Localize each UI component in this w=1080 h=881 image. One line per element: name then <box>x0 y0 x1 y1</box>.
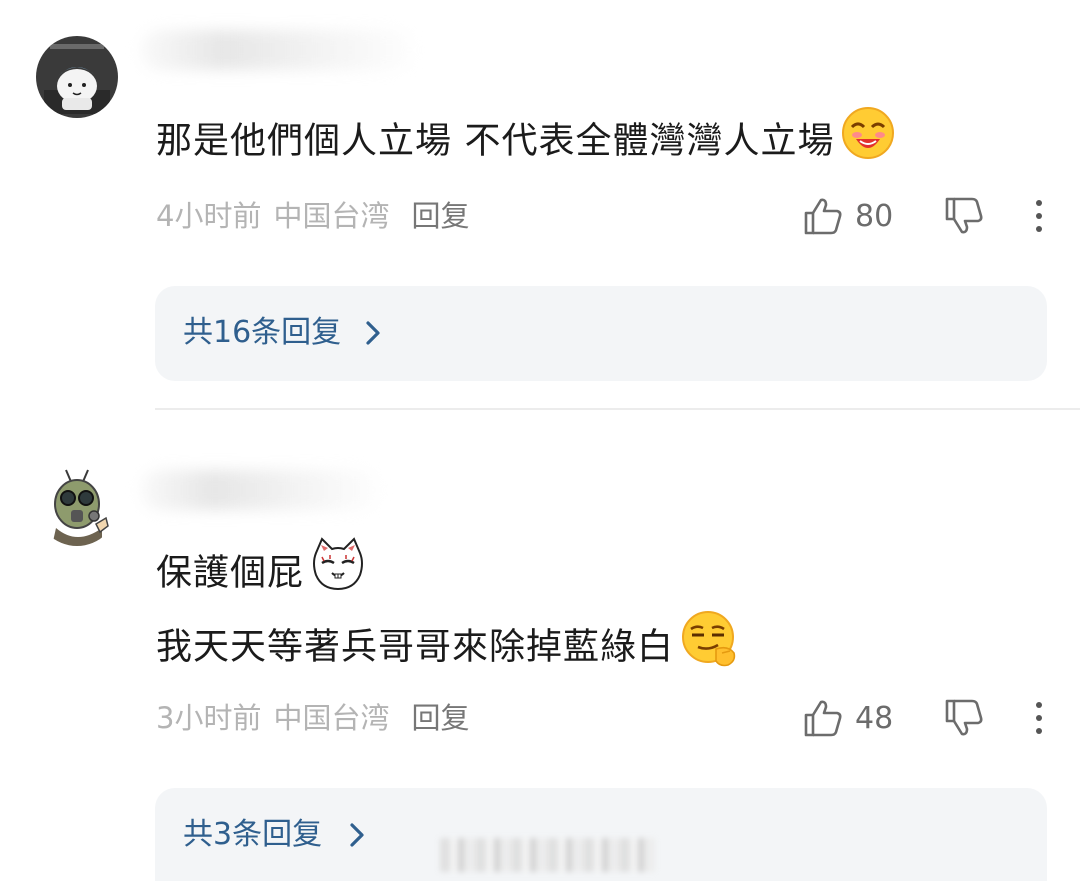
comment-feed: 那是他們個人立場 不代表全體灣灣人立場 4小时前 中国台湾 回复 80 共16条… <box>0 0 1080 881</box>
avatar-image <box>36 464 118 546</box>
more-vertical-icon <box>1036 702 1042 734</box>
avatar[interactable] <box>36 464 118 546</box>
comment-time: 3小时前 <box>156 701 262 735</box>
comment-text-line: 保護個屁 <box>156 552 305 594</box>
smirking-face-icon <box>680 609 740 682</box>
like-button[interactable]: 48 <box>803 698 893 738</box>
thumbs-up-icon <box>804 700 842 737</box>
more-options-button[interactable] <box>1030 698 1048 738</box>
reply-button[interactable]: 回复 <box>411 701 469 735</box>
comment-meta: 3小时前 中国台湾 回复 <box>156 698 469 738</box>
username-blurred[interactable] <box>140 470 380 510</box>
dislike-button[interactable] <box>944 698 984 738</box>
comment-text: 我天天等著兵哥哥來除掉藍綠白 <box>156 609 740 685</box>
replies-count-label: 共3条回复 <box>183 817 323 852</box>
comment-text: 保護個屁 <box>156 537 366 609</box>
comment-region: 中国台湾 <box>273 701 390 735</box>
like-count: 48 <box>855 700 894 736</box>
cat-face-icon <box>310 537 366 606</box>
comment-item: 保護個屁 我天天等著兵哥哥來除掉藍綠白 3小时前 中国台湾 回复 48 共3条回… <box>0 0 1080 881</box>
watermark-blurred <box>440 838 655 872</box>
chevron-right-icon <box>350 823 364 847</box>
comment-text-line: 我天天等著兵哥哥來除掉藍綠白 <box>156 626 675 668</box>
thumbs-down-icon <box>945 699 983 736</box>
